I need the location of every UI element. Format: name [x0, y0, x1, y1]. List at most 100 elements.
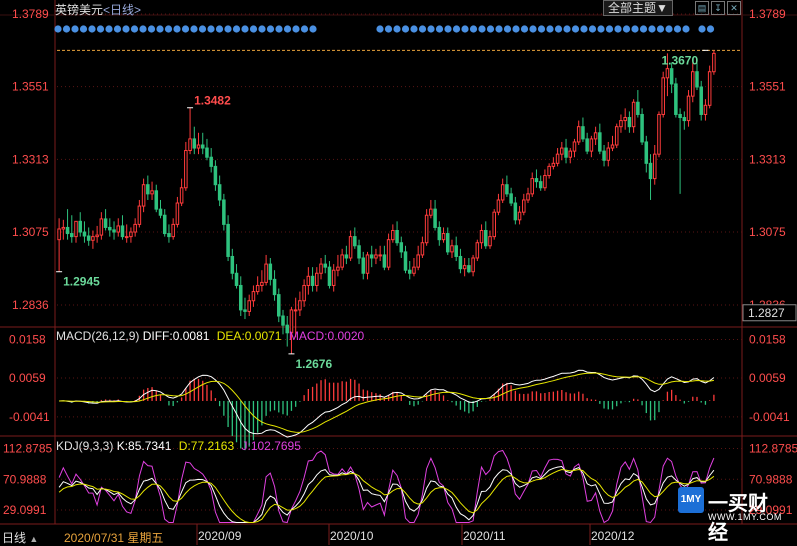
- price-tick-label-right: 1.3313: [749, 152, 786, 166]
- candle-up: [74, 220, 78, 238]
- event-marker-dot: [418, 25, 427, 33]
- event-marker-dot: [275, 25, 283, 33]
- candle-up: [378, 254, 382, 257]
- candle-up: [712, 52, 716, 73]
- last-price-label: 1.2827: [748, 306, 785, 320]
- event-marker-dot: [401, 25, 410, 33]
- candle-down: [484, 230, 488, 247]
- price-tick-label-left: 1.3551: [12, 80, 49, 94]
- candle-up: [475, 242, 480, 259]
- event-marker-dot: [529, 25, 537, 33]
- price-tick-label-left: 1.3789: [12, 7, 49, 21]
- candle-down: [699, 86, 703, 115]
- event-marker-dot: [190, 25, 198, 33]
- candle-down: [353, 236, 357, 247]
- candle-down: [513, 202, 518, 221]
- event-marker-dot: [266, 25, 275, 33]
- candle-down: [238, 284, 243, 311]
- macd-dea-value: DEA:0.0071: [216, 329, 282, 343]
- candle-down: [281, 315, 285, 326]
- candle-up: [302, 284, 306, 302]
- close-icon[interactable]: ✕: [727, 1, 741, 15]
- candle-down: [70, 233, 74, 238]
- list-view-icon[interactable]: ▤: [695, 1, 709, 15]
- event-marker-dot: [622, 25, 631, 33]
- candle-down: [581, 126, 585, 140]
- candle-down: [310, 275, 315, 286]
- candle-up: [124, 236, 129, 239]
- event-marker-dot: [648, 25, 656, 33]
- macd-params: MACD(26,12,9): [56, 329, 140, 343]
- candle-down: [437, 226, 442, 241]
- candle-up: [420, 242, 425, 256]
- candle-down: [272, 278, 277, 296]
- event-marker-dot: [88, 25, 96, 33]
- extreme-price-label: 1.3670: [661, 53, 698, 67]
- theme-dropdown[interactable]: 全部主题▼: [603, 0, 673, 16]
- event-marker-dot: [164, 25, 173, 33]
- candle-up: [386, 239, 391, 268]
- candle-up: [568, 150, 573, 158]
- candle-up: [57, 228, 61, 241]
- candle-up: [686, 95, 691, 122]
- brand-logo-url: WWW.1MY.COM: [708, 512, 782, 522]
- event-marker-dot: [224, 25, 232, 33]
- candle-down: [669, 68, 674, 85]
- macd-tick-label-left: 0.0158: [9, 332, 46, 346]
- kdj-j-value: J:102.7695: [241, 439, 301, 453]
- candle-up: [488, 236, 492, 247]
- candle-down: [209, 156, 213, 167]
- candle-up: [196, 144, 201, 149]
- event-marker-dot: [503, 25, 512, 33]
- period-label[interactable]: <日线>: [103, 3, 141, 17]
- candle-down: [585, 138, 589, 152]
- event-marker-dot: [461, 25, 469, 33]
- macd-tick-label-right: 0.0059: [749, 371, 786, 385]
- candle-up: [551, 162, 556, 167]
- event-marker-dot: [495, 25, 503, 33]
- candle-down: [399, 242, 404, 253]
- candle-up: [500, 184, 505, 201]
- extreme-price-label: 1.2945: [63, 275, 100, 289]
- candle-up: [264, 263, 268, 283]
- candle-down: [112, 229, 116, 233]
- candle-down: [636, 101, 640, 115]
- event-marker-dot: [207, 25, 215, 33]
- event-marker-dot: [706, 25, 715, 33]
- price-tick-label-right: 1.3789: [749, 7, 786, 21]
- event-marker-dot: [241, 25, 249, 33]
- candle-down: [454, 245, 458, 257]
- candle-up: [348, 236, 353, 259]
- candle-up: [555, 153, 560, 164]
- candle-up: [690, 71, 695, 97]
- candle-up: [255, 284, 260, 293]
- candle-up: [129, 231, 133, 238]
- event-marker-dot: [54, 25, 62, 33]
- event-marker-dot: [537, 25, 546, 33]
- candle-up: [543, 175, 547, 189]
- cursor-date: 2020/07/31 星期五: [64, 531, 164, 545]
- price-tick-label-right: 1.3075: [749, 225, 786, 239]
- macd-tick-label-right: -0.0041: [749, 410, 790, 424]
- event-marker-dot: [588, 25, 597, 33]
- instrument-title: 英镑美元<日线>: [55, 1, 141, 18]
- candle-down: [357, 245, 361, 259]
- period-corner-label[interactable]: 日线 ▲: [2, 529, 38, 546]
- candle-up: [707, 71, 712, 106]
- download-icon[interactable]: ↧: [711, 1, 725, 15]
- event-marker-dot: [105, 25, 113, 33]
- candle-up: [365, 254, 370, 274]
- event-marker-dot: [444, 25, 452, 33]
- event-marker-dot: [665, 25, 673, 33]
- candle-down: [395, 230, 399, 244]
- chart-canvas[interactable]: 1.3789 1.3789 1.3551 1.3551 1.3313 1.3313 1.30…: [0, 0, 797, 545]
- candle-down: [158, 208, 163, 216]
- candle-up: [133, 223, 137, 233]
- candle-up: [560, 147, 564, 155]
- candle-down: [403, 251, 408, 271]
- candle-up: [412, 266, 416, 274]
- event-marker-dot: [512, 25, 520, 33]
- candle-up: [150, 190, 154, 195]
- candle-up: [526, 193, 530, 201]
- event-marker-dot: [597, 25, 605, 33]
